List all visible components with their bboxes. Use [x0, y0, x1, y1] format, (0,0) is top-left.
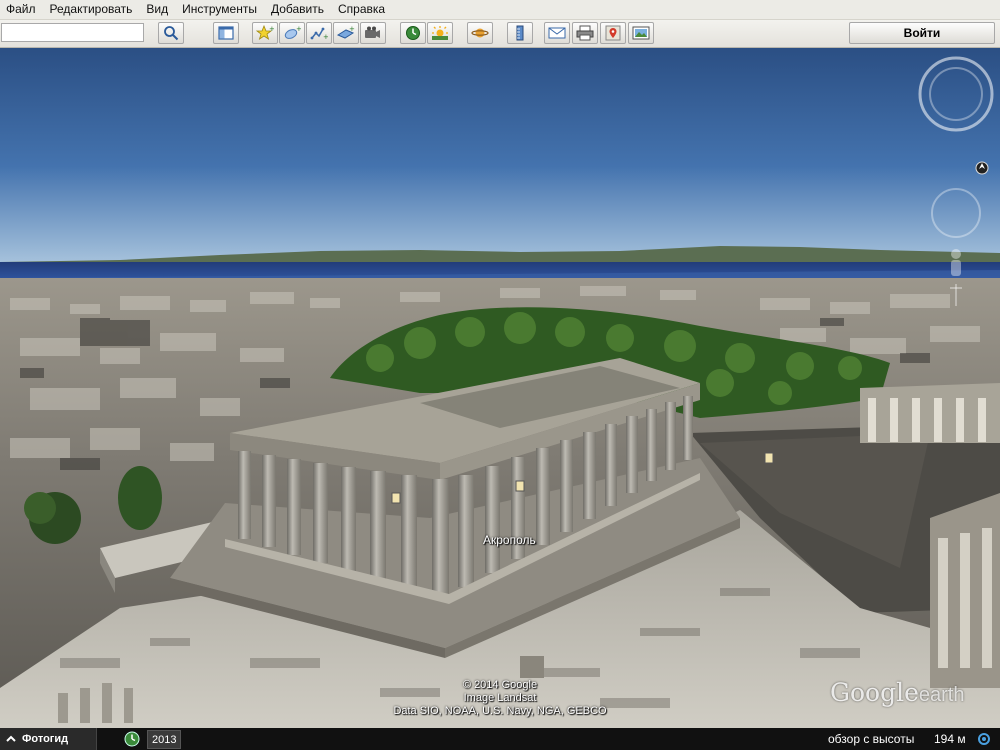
sun-icon [432, 26, 448, 40]
planet-icon [471, 28, 489, 38]
toolbar: + + + + Войти [0, 20, 1000, 48]
add-path-button[interactable]: + [306, 22, 332, 44]
sunlight-button[interactable] [427, 22, 453, 44]
menu-edit[interactable]: Редактировать [43, 0, 140, 19]
streaming-indicator-icon [978, 733, 990, 745]
svg-text:+: + [269, 25, 274, 33]
historical-imagery-button[interactable] [400, 22, 426, 44]
search-icon [164, 26, 179, 41]
imagery-date[interactable]: 2013 [147, 730, 182, 749]
print-button[interactable] [572, 22, 598, 44]
polygon-add-icon: + [284, 25, 301, 39]
look-joystick[interactable] [918, 56, 994, 132]
zoom-slider[interactable] [950, 284, 962, 306]
search-input[interactable] [1, 23, 144, 42]
photo-guide-button[interactable]: Фотогид [0, 728, 97, 750]
email-button[interactable] [544, 22, 570, 44]
path-add-icon: + [310, 27, 328, 41]
record-tour-icon [365, 26, 380, 38]
earth-3d-scene [0, 48, 1000, 728]
switch-planet-button[interactable] [467, 22, 493, 44]
eye-altitude: обзор с высоты 194 м [828, 728, 966, 750]
photo-guide-label: Фотогид [22, 733, 69, 745]
credit-line: © 2014 Google [462, 679, 538, 691]
move-joystick[interactable] [931, 188, 981, 238]
add-placemark-button[interactable]: + [252, 22, 278, 44]
save-image-button[interactable] [628, 22, 654, 44]
menu-bar: Файл Редактировать Вид Инструменты Добав… [0, 0, 1000, 20]
north-arrow-icon[interactable] [975, 161, 989, 175]
svg-text:+: + [296, 25, 301, 33]
image-overlay-icon: + [337, 25, 355, 39]
print-icon [576, 25, 594, 41]
logo-earth-text: earth [918, 684, 965, 706]
historical-imagery-icon[interactable] [124, 731, 140, 747]
email-icon [548, 27, 566, 39]
clock-icon [406, 26, 420, 40]
eye-altitude-value: 194 м [934, 732, 966, 746]
credit-line: Data SIO, NOAA, U.S. Navy, NGA, GEBCO [393, 705, 607, 717]
imagery-credits: © 2014 Google Image Landsat Data SIO, NO… [370, 679, 630, 718]
google-earth-logo: Googleearth [830, 678, 964, 707]
credit-line: Image Landsat [463, 692, 537, 704]
menu-file[interactable]: Файл [0, 0, 43, 19]
menu-add[interactable]: Добавить [264, 0, 331, 19]
add-polygon-button[interactable]: + [279, 22, 305, 44]
ruler-button[interactable] [507, 22, 533, 44]
navigation-controls[interactable] [916, 56, 996, 306]
menu-help[interactable]: Справка [331, 0, 392, 19]
search-button[interactable] [158, 22, 184, 44]
google-maps-icon [605, 25, 621, 41]
menu-view[interactable]: Вид [139, 0, 175, 19]
sidebar-icon [218, 26, 234, 40]
save-image-icon [632, 26, 650, 40]
place-label[interactable]: Акрополь [483, 533, 536, 547]
logo-google-text: Google [830, 678, 919, 707]
add-image-overlay-button[interactable]: + [333, 22, 359, 44]
ruler-icon [516, 25, 524, 41]
record-tour-button[interactable] [360, 22, 386, 44]
sign-in-button[interactable]: Войти [849, 22, 995, 44]
pegman-icon[interactable] [951, 249, 961, 276]
sidebar-toggle-button[interactable] [213, 22, 239, 44]
placemark-add-icon: + [256, 25, 274, 40]
imagery-year: 2013 [152, 733, 177, 746]
eye-altitude-label: обзор с высоты [828, 732, 915, 746]
view-in-maps-button[interactable] [600, 22, 626, 44]
menu-tools[interactable]: Инструменты [175, 0, 264, 19]
svg-text:+: + [349, 25, 355, 33]
chevron-up-icon [6, 735, 16, 742]
status-bar: Фотогид 2013 обзор с высоты 194 м [0, 728, 1000, 750]
svg-text:+: + [323, 33, 328, 41]
map-viewport[interactable]: Акрополь © 2014 Google Image Landsat Dat… [0, 48, 1000, 728]
